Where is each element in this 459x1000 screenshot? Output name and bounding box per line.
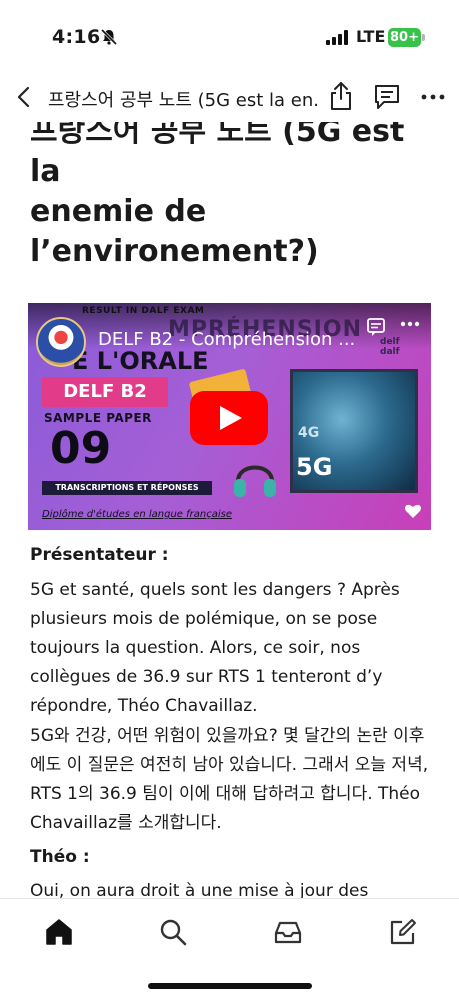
title-line-2: enemie de [30,194,207,229]
paragraph-korean: 5G와 건강, 어떤 위험이 있을까요? 몇 달간의 논란 이후에도 이 질문은… [30,726,429,833]
navigation-bar: 프랑스어 공부 노트 (5G est la en... [0,72,459,122]
label-4g: 4G [298,425,320,441]
heart-icon [404,504,422,518]
video-heading-text-2: E L'ORALE [72,347,209,375]
title-line-3: l’environement?) [30,234,319,269]
nav-title: 프랑스어 공부 노트 (5G est la en... [48,90,318,111]
chevron-left-icon[interactable] [12,80,36,114]
battery-indicator: 80+ [388,28,421,47]
play-button[interactable] [190,391,268,445]
home-icon[interactable] [44,917,74,947]
search-icon[interactable] [158,917,188,947]
status-time: 4:16 [52,26,101,48]
share-icon[interactable] [328,81,354,111]
channel-avatar[interactable] [36,317,86,367]
label-5g: 5G [296,453,333,481]
transcriptions-label: TRANSCRIPTIONS ET RÉPONSES [42,481,212,495]
paragraph-french: 5G et santé, quels sont les dangers ? Ap… [30,580,400,716]
more-icon[interactable] [420,87,446,107]
video-more-icon[interactable] [400,321,420,327]
diplome-caption: Diplôme d'études en langue française [42,509,232,520]
playlist-icon[interactable] [366,317,386,337]
video-tag-text: RESULT IN DALF EXAM [82,306,205,316]
comment-icon[interactable] [373,83,401,111]
network-label: LTE [356,27,386,46]
video-title[interactable]: DELF B2 - Compréhension ... [98,329,383,350]
speaker-presenter: Présentateur : [30,545,169,565]
signal-icon [326,30,348,45]
youtube-video-embed[interactable]: RESULT IN DALF EXAM MPRÉHENSION E L'ORAL… [28,303,431,530]
headphones-icon [234,465,276,497]
title-line-1: 프랑스어 공부 노트 (5G est la [30,114,405,189]
speaker-theo: Théo : [30,847,90,867]
sample-number: 09 [50,423,112,474]
document-title: 프랑스어 공부 노트 (5G est la enemie de l’enviro… [30,112,430,272]
status-bar: 4:16 LTE 80+ [0,0,459,70]
channel-watermark: delf dalf [380,337,400,357]
battery-tip [422,34,425,41]
inbox-icon[interactable] [273,917,303,947]
home-indicator [148,983,312,989]
compose-icon[interactable] [388,917,418,947]
bell-slash-icon [100,28,118,46]
tab-bar [0,898,459,1000]
delf-badge: DELF B2 [42,377,168,407]
